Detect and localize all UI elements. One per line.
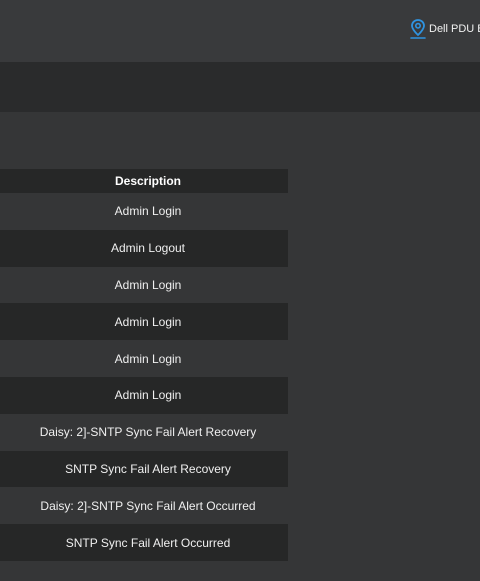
table-row[interactable]: SNTP Sync Fail Alert Recovery [0,450,288,488]
table-row[interactable]: Admin Login [0,303,288,341]
table-row[interactable]: Daisy: 2]-SNTP Sync Fail Alert Occurred [0,487,288,525]
description-text: Admin Login [114,277,182,292]
table-row[interactable]: Admin Logout [0,229,288,267]
table-header-row: Description [0,169,288,193]
description-text: Daisy: 2]-SNTP Sync Fail Alert Occurred [40,498,256,513]
location-label: Dell PDU B [429,23,480,35]
description-text: Admin Login [114,204,182,219]
sub-header-bar [0,62,480,112]
table-row[interactable]: Daisy: 2]-SNTP Sync Fail Alert Recovery [0,413,288,451]
page: Dell PDU B Description Admin Login Admin… [0,0,480,581]
description-cell: Admin Login [0,303,288,341]
map-pin-icon [409,18,427,40]
description-cell: Admin Logout [0,229,288,267]
column-header-description[interactable]: Description [0,169,288,193]
description-text: SNTP Sync Fail Alert Occurred [65,535,231,550]
description-cell: Admin Login [0,193,288,230]
description-text: Admin Login [114,388,182,403]
location-indicator[interactable]: Dell PDU B [409,18,480,40]
table-body: Admin Login Admin Logout Admin Login Adm… [0,193,288,561]
description-cell: SNTP Sync Fail Alert Recovery [0,450,288,488]
table-row[interactable]: Admin Login [0,340,288,377]
description-cell: Daisy: 2]-SNTP Sync Fail Alert Occurred [0,487,288,525]
event-log-table: Description Admin Login Admin Logout Adm… [0,169,288,561]
table-row[interactable]: SNTP Sync Fail Alert Occurred [0,524,288,561]
description-text: Daisy: 2]-SNTP Sync Fail Alert Recovery [39,425,257,440]
top-bar: Dell PDU B [0,0,480,62]
description-cell: Daisy: 2]-SNTP Sync Fail Alert Recovery [0,413,288,451]
description-text: SNTP Sync Fail Alert Recovery [65,461,231,476]
description-text: Admin Login [114,314,182,329]
description-text: Admin Login [114,351,182,366]
table-row[interactable]: Admin Login [0,193,288,230]
description-cell: SNTP Sync Fail Alert Occurred [0,524,288,561]
description-text: Admin Logout [110,241,186,256]
description-cell: Admin Login [0,266,288,304]
description-cell: Admin Login [0,376,288,414]
table-row[interactable]: Admin Login [0,376,288,414]
table-row[interactable]: Admin Login [0,266,288,304]
description-cell: Admin Login [0,340,288,377]
